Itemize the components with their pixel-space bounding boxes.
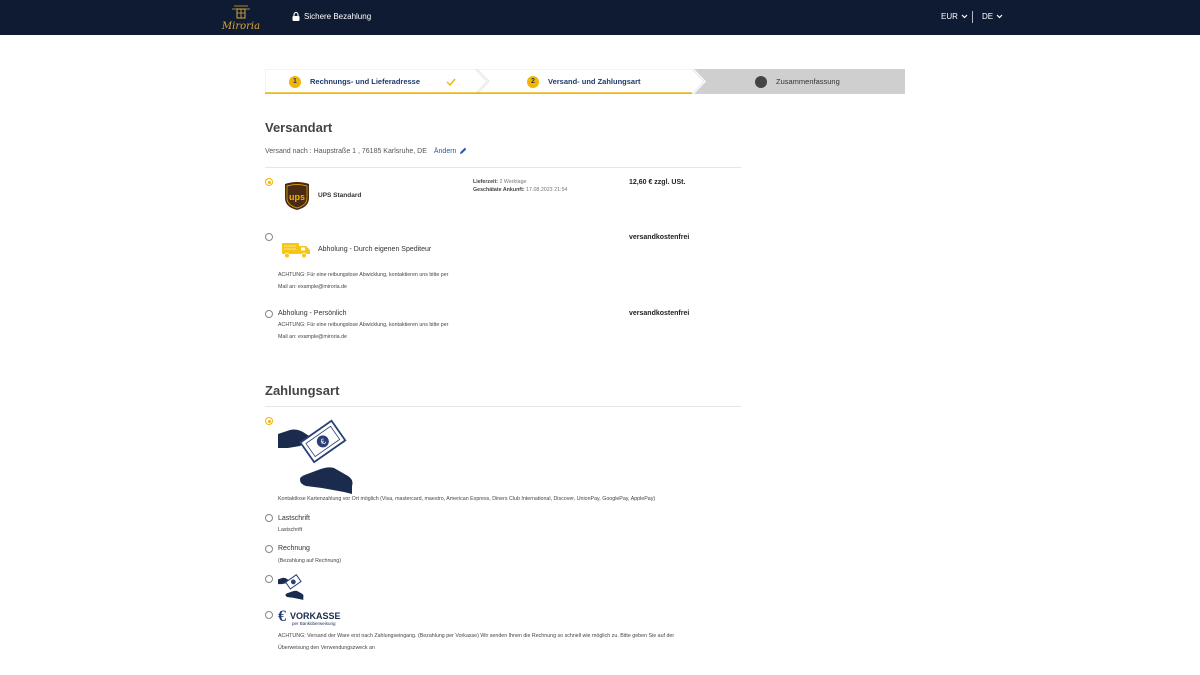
change-address-link[interactable]: Ändern: [434, 148, 457, 155]
currency-selector[interactable]: EUR: [941, 12, 968, 21]
ups-logo-icon: ups: [285, 182, 309, 210]
shipping-radio-carrier[interactable]: [265, 233, 273, 241]
payment-option-name: Lastschrift: [278, 515, 310, 522]
step-number: 1: [289, 75, 301, 88]
shipping-option-name: Abholung - Persönlich: [278, 310, 347, 317]
vorkasse-title: VORKASSE: [290, 611, 341, 621]
step-number: 2: [527, 75, 539, 88]
shipping-radio-pickup[interactable]: [265, 310, 273, 318]
arrival-label: Geschätate Ankunft:: [473, 187, 525, 193]
shipping-option-name: Abholung - Durch eigenen Spediteur: [318, 246, 432, 253]
shipping-title: Versandart: [265, 120, 333, 135]
shipping-note: ACHTUNG: Für eine reibungslose Abwicklun…: [278, 322, 449, 328]
pencil-icon[interactable]: [459, 147, 467, 155]
cash-hand-icon: [278, 574, 304, 600]
payment-description: (Bezahlung auf Rechnung): [278, 558, 342, 564]
payment-radio-prepayment[interactable]: [265, 611, 273, 619]
secure-label: Sichere Bezahlung: [304, 12, 372, 21]
payment-radio-cash[interactable]: [265, 575, 273, 583]
currency-label: EUR: [941, 12, 958, 21]
shipping-option-name: UPS Standard: [318, 192, 362, 199]
chevron-down-icon: [961, 14, 968, 19]
step-number: 3: [755, 75, 767, 88]
top-header: Miroria Sichere Bezahlung EUR DE: [0, 0, 1200, 35]
language-label: DE: [982, 12, 994, 21]
checkout-stepper: 1 Rechnungs- und Lieferadresse 2 Versand…: [265, 69, 905, 94]
divider: [265, 167, 741, 168]
step-label: Versand- und Zahlungsart: [548, 77, 641, 86]
checkmark-icon: [446, 78, 456, 86]
language-selector[interactable]: DE: [982, 12, 1003, 21]
delivery-time: Lieferzeit: 2 Werktage: [473, 179, 527, 185]
arrival-value: 17.08.2023 21:54: [526, 187, 568, 193]
truck-icon: [282, 243, 310, 259]
shipping-note: ACHTUNG: Für eine reibungslose Abwicklun…: [278, 272, 449, 278]
svg-text:ups: ups: [289, 192, 305, 202]
payment-description: Lastschrift: [278, 527, 303, 533]
divider: [265, 406, 741, 407]
payment-radio-debit[interactable]: [265, 514, 273, 522]
shipping-price: versandkostenfrei: [629, 234, 690, 241]
shipping-price: versandkostenfrei: [629, 310, 690, 317]
payment-title: Zahlungsart: [265, 383, 340, 398]
step-label: Zusammenfassung: [776, 77, 840, 86]
step-billing-address[interactable]: 1 Rechnungs- und Lieferadresse: [289, 69, 456, 94]
payment-note: ACHTUNG: Versand der Ware erst nach Zahl…: [278, 633, 675, 639]
shipping-note-mail: Mail an: example@miroria.de: [278, 284, 347, 290]
payment-radio-card[interactable]: [265, 417, 273, 425]
step-label: Rechnungs- und Lieferadresse: [310, 77, 421, 86]
delivery-time-value: 2 Werktage: [499, 179, 527, 185]
step-summary[interactable]: 3 Zusammenfassung: [755, 69, 840, 94]
header-divider: [972, 11, 973, 23]
step-shipping-payment[interactable]: 2 Versand- und Zahlungsart: [527, 69, 641, 94]
secure-payment: Sichere Bezahlung: [292, 12, 371, 21]
euro-icon: €: [278, 608, 286, 625]
payment-note: Überweisung den Verwendungszweck an: [278, 645, 375, 651]
chevron-down-icon: [996, 14, 1003, 19]
payment-radio-invoice[interactable]: [265, 545, 273, 553]
estimated-arrival: Geschätate Ankunft: 17.08.2023 21:54: [473, 187, 567, 193]
shipping-note-mail: Mail an: example@miroria.de: [278, 334, 347, 340]
logo-text: Miroria: [221, 21, 261, 32]
delivery-time-label: Lieferzeit:: [473, 179, 499, 185]
shipping-radio-ups[interactable]: [265, 178, 273, 186]
ship-to-text: Versand nach : Haupstraße 1 , 76185 Karl…: [265, 147, 427, 155]
vorkasse-subtitle: per Banküberweisung: [292, 621, 336, 626]
shipping-price: 12,60 € zzgl. USt.: [629, 179, 686, 186]
cash-hand-icon: €: [278, 419, 353, 494]
payment-description: Kontaktlose Kartenzahlung vor Ort möglic…: [278, 496, 656, 502]
payment-option-name: Rechnung: [278, 545, 310, 552]
miroria-logo[interactable]: Miroria: [220, 3, 262, 33]
ship-to-address: Versand nach : Haupstraße 1 , 76185 Karl…: [265, 147, 467, 155]
lock-icon: [292, 12, 300, 21]
